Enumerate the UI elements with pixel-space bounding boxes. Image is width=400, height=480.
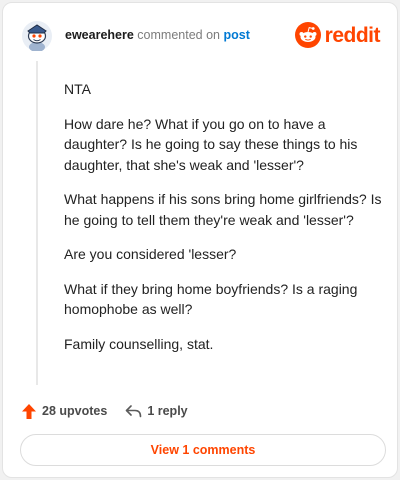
snoo-avatar-icon bbox=[22, 21, 52, 52]
comment-paragraph: NTA bbox=[64, 81, 91, 97]
reddit-wordmark: reddit bbox=[324, 23, 381, 47]
arrow-up-icon bbox=[22, 403, 36, 419]
upvote-count: 28 upvotes bbox=[42, 404, 108, 418]
reply-button[interactable]: 1 reply bbox=[125, 404, 188, 418]
comment-header: ewearehere commented on post reddit bbox=[3, 3, 397, 65]
comment-paragraph: What happens if his sons bring home girl… bbox=[64, 191, 382, 228]
reply-arrow-icon bbox=[126, 405, 142, 418]
upvote-button[interactable]: 28 upvotes bbox=[21, 403, 107, 420]
user-avatar[interactable] bbox=[22, 21, 52, 52]
comment-paragraph: How dare he? What if you go on to have a… bbox=[64, 115, 358, 173]
comment-paragraph: What if they bring home boyfriends? Is a… bbox=[64, 280, 358, 318]
byline-action-text: commented on bbox=[137, 28, 220, 42]
comment-paragraph: Family counselling, stat. bbox=[64, 335, 214, 352]
reddit-brand[interactable]: reddit bbox=[294, 21, 381, 49]
comment-paragraph: Are you considered 'lesser? bbox=[64, 246, 237, 262]
comment-body: NTA How dare he? What if you go on to ha… bbox=[64, 79, 384, 368]
reddit-logo-icon bbox=[294, 22, 321, 48]
view-comments-button[interactable]: View 1 comments bbox=[20, 434, 386, 466]
comment-card: ewearehere commented on post reddit NTA … bbox=[2, 2, 398, 478]
comment-byline: ewearehere commented on post bbox=[65, 28, 250, 42]
post-link[interactable]: post bbox=[223, 28, 249, 42]
thread-line[interactable] bbox=[36, 61, 38, 385]
reply-count: 1 reply bbox=[147, 404, 188, 418]
username-link[interactable]: ewearehere bbox=[65, 28, 134, 42]
comment-actions: 28 upvotes 1 reply bbox=[21, 401, 188, 421]
